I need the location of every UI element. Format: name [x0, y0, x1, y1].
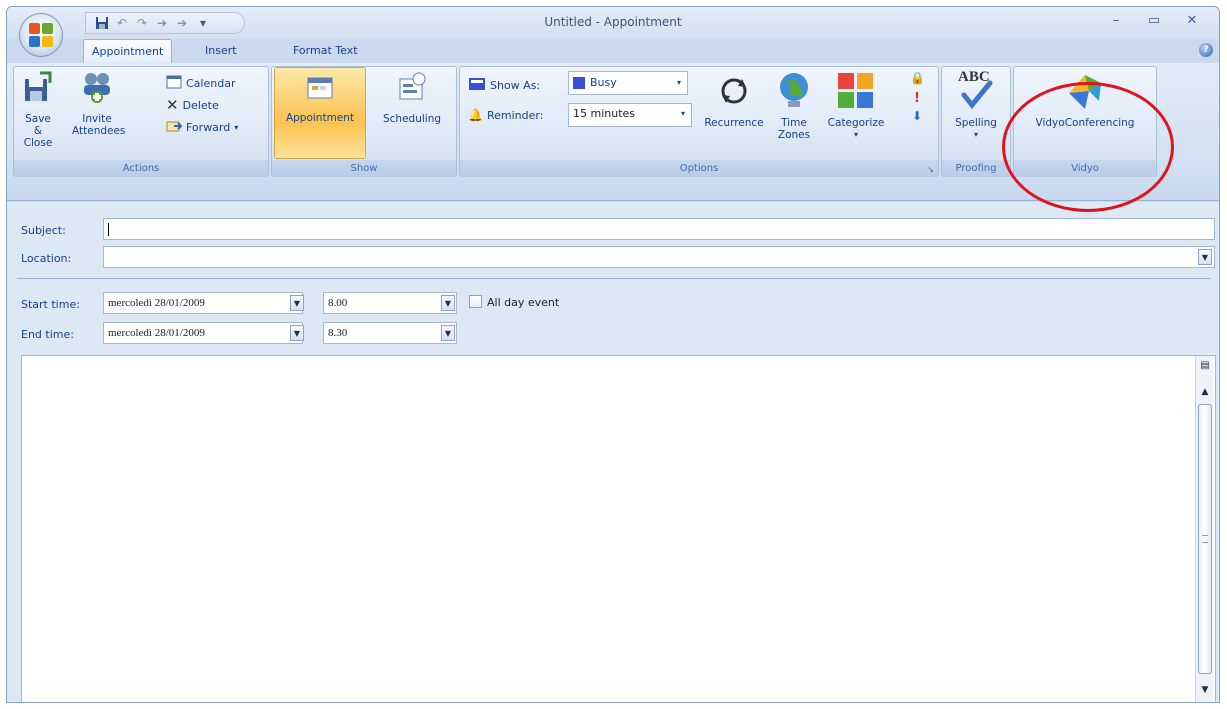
recurrence-icon — [716, 69, 752, 113]
high-importance-icon[interactable]: ! — [914, 91, 920, 106]
form-divider — [17, 278, 1211, 279]
close-icon[interactable]: ✕ — [1179, 13, 1205, 31]
low-importance-icon[interactable]: ⬇ — [912, 109, 922, 123]
maximize-icon[interactable]: ▭ — [1141, 13, 1167, 31]
appointment-view-button[interactable]: Appointment — [274, 67, 366, 159]
show-as-dropdown[interactable]: Busy ▾ — [568, 71, 688, 95]
notes-body-textarea[interactable]: ▤ ▲ ▼ — [21, 355, 1216, 702]
forward-icon — [166, 119, 183, 136]
end-date-dropdown-icon[interactable]: ▼ — [290, 325, 304, 341]
chevron-down-icon: ▾ — [973, 130, 978, 139]
tab-insert[interactable]: Insert — [197, 39, 245, 63]
categorize-icon — [836, 69, 876, 113]
tab-format-text[interactable]: Format Text — [285, 39, 366, 63]
group-actions: Save & Close Invite Attendees Calendar ✕… — [13, 66, 269, 177]
invite-attendees-icon — [79, 69, 115, 109]
highlight-circle — [1002, 82, 1174, 212]
group-show: Appointment Scheduling Show — [271, 66, 457, 177]
group-proofing: ABC Spelling ▾ Proofing — [941, 66, 1011, 177]
options-dialog-launcher-icon[interactable]: ↘ — [927, 165, 934, 174]
forward-button[interactable]: Forward ▾ — [166, 117, 238, 137]
busy-color-icon — [573, 77, 585, 89]
help-icon[interactable]: ? — [1199, 43, 1213, 57]
end-time-input[interactable]: 8.30 — [323, 322, 457, 344]
end-time-dropdown-icon[interactable]: ▼ — [441, 325, 455, 341]
location-label: Location: — [21, 252, 72, 265]
spelling-button[interactable]: ABC Spelling ▾ — [944, 69, 1008, 141]
minimize-icon[interactable]: – — [1103, 13, 1129, 31]
scheduling-icon — [397, 69, 427, 107]
delete-button[interactable]: ✕ Delete — [166, 95, 219, 115]
all-day-label: All day event — [487, 296, 560, 309]
subject-input[interactable] — [103, 218, 1215, 240]
text-cursor — [108, 222, 109, 236]
invite-attendees-button[interactable]: Invite Attendees — [72, 69, 125, 137]
tab-appointment[interactable]: Appointment — [83, 39, 173, 63]
location-dropdown-icon[interactable]: ▼ — [1198, 249, 1212, 265]
start-time-label: Start time: — [21, 298, 80, 311]
spelling-check-icon: ABC — [956, 69, 996, 113]
chevron-down-icon: ▾ — [853, 130, 858, 139]
subject-label: Subject: — [21, 224, 66, 237]
globe-icon — [776, 69, 812, 113]
private-lock-icon[interactable]: 🔒 — [910, 71, 925, 85]
reminder-control: 🔔 Reminder: — [468, 108, 544, 122]
save-close-button[interactable]: Save & Close — [20, 69, 56, 149]
start-date-input[interactable]: mercoledì 28/01/2009 — [103, 292, 303, 314]
time-zones-button[interactable]: Time Zones — [772, 69, 816, 141]
group-label-options: Options — [460, 160, 938, 177]
group-options: Show As: Busy ▾ 🔔 Reminder: 15 minutes ▾… — [459, 66, 939, 177]
end-time-label: End time: — [21, 328, 74, 341]
bell-icon: 🔔 — [468, 108, 483, 122]
scheduling-view-button[interactable]: Scheduling — [370, 69, 454, 125]
group-label-actions: Actions — [14, 160, 268, 177]
start-date-dropdown-icon[interactable]: ▼ — [290, 295, 304, 311]
group-label-show: Show — [272, 160, 456, 177]
vertical-scrollbar[interactable]: ▤ ▲ ▼ — [1195, 356, 1213, 702]
chevron-down-icon: ▾ — [680, 109, 685, 118]
recurrence-button[interactable]: Recurrence — [700, 69, 768, 129]
window-title: Untitled - Appointment — [544, 15, 682, 29]
location-input[interactable] — [103, 246, 1215, 268]
scroll-down-icon[interactable]: ▼ — [1199, 684, 1211, 696]
group-label-proofing: Proofing — [942, 160, 1010, 177]
scrollbar-grip-icon — [1202, 535, 1208, 543]
save-close-icon — [22, 69, 54, 109]
start-time-dropdown-icon[interactable]: ▼ — [441, 295, 455, 311]
office-logo-icon — [29, 23, 53, 47]
scroll-up-icon[interactable]: ▲ — [1199, 386, 1211, 398]
title-bar: ↶ ↷ ➔ ➔ ▾ Untitled - Appointment – ▭ ✕ — [7, 7, 1219, 39]
calendar-icon — [166, 75, 182, 92]
show-as-control: Show As: — [468, 75, 540, 95]
office-button[interactable] — [19, 13, 63, 57]
view-ruler-icon[interactable]: ▤ — [1199, 360, 1211, 372]
show-as-icon — [468, 77, 486, 94]
ribbon-tabs: Appointment Insert Format Text — [7, 39, 1219, 63]
categorize-button[interactable]: Categorize ▾ — [822, 69, 890, 141]
start-time-input[interactable]: 8.00 — [323, 292, 457, 314]
calendar-button[interactable]: Calendar — [166, 73, 235, 93]
scrollbar-thumb[interactable] — [1198, 404, 1212, 674]
appointment-icon — [306, 70, 334, 106]
all-day-checkbox[interactable] — [469, 295, 482, 308]
chevron-down-icon: ▾ — [234, 122, 239, 132]
chevron-down-icon: ▾ — [676, 78, 681, 87]
delete-icon: ✕ — [166, 96, 179, 114]
end-date-input[interactable]: mercoledì 28/01/2009 — [103, 322, 303, 344]
reminder-dropdown[interactable]: 15 minutes ▾ — [568, 103, 692, 127]
